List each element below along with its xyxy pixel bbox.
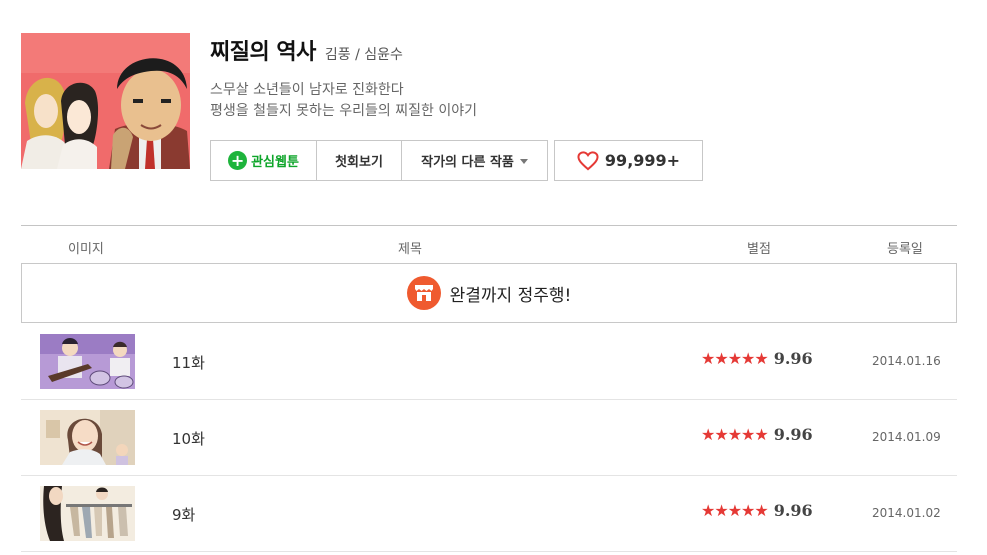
like-button[interactable]: 99,999+: [554, 140, 703, 181]
star-rating-icon: ★★★★★: [701, 349, 769, 368]
episode-rating: ★★★★★ 9.96: [701, 349, 813, 368]
header-image: 이미지: [68, 242, 104, 257]
action-buttons: + 관심웹툰 첫회보기 작가의 다른 작품: [210, 140, 548, 181]
webtoon-thumbnail[interactable]: [21, 33, 190, 169]
episode-title[interactable]: 10화: [172, 428, 205, 449]
other-works-button[interactable]: 작가의 다른 작품: [402, 140, 548, 181]
episode-thumbnail[interactable]: [40, 334, 135, 389]
chevron-down-icon: [519, 158, 528, 164]
header-date: 등록일: [887, 242, 923, 257]
store-icon: [406, 276, 441, 310]
webtoon-description: 스무살 소년들이 남자로 진화한다 평생을 철들지 못하는 우리들의 찌질한 이…: [210, 80, 477, 122]
first-episode-button[interactable]: 첫회보기: [317, 140, 402, 181]
heart-icon: [577, 150, 599, 171]
star-rating-icon: ★★★★★: [701, 425, 769, 444]
rating-score: 9.96: [773, 501, 813, 520]
episode-date: 2014.01.09: [872, 430, 941, 444]
webtoon-authors[interactable]: 김풍 / 심윤수: [325, 44, 403, 64]
plus-icon: +: [228, 151, 248, 170]
like-count: 99,999+: [604, 151, 681, 170]
episode-row[interactable]: 9화 ★★★★★ 9.96 2014.01.02: [21, 476, 957, 552]
episode-rating: ★★★★★ 9.96: [701, 501, 813, 520]
header-title: 제목: [398, 242, 422, 257]
star-rating-icon: ★★★★★: [701, 501, 769, 520]
episode-row[interactable]: 10화 ★★★★★ 9.96 2014.01.09: [21, 400, 957, 476]
banner-text: 완결까지 정주행!: [449, 285, 572, 306]
binge-banner[interactable]: 완결까지 정주행!: [21, 263, 957, 323]
episode-title[interactable]: 11화: [172, 352, 205, 373]
table-divider: [21, 225, 957, 226]
header-rating: 별점: [747, 242, 771, 257]
first-episode-label: 첫회보기: [335, 155, 383, 170]
favorite-button[interactable]: + 관심웹툰: [210, 140, 317, 181]
title-row: 찌질의 역사 김풍 / 심윤수: [210, 34, 403, 66]
episode-date: 2014.01.16: [872, 354, 941, 368]
other-works-label: 작가의 다른 작품: [421, 155, 514, 170]
rating-score: 9.96: [773, 349, 813, 368]
rating-score: 9.96: [773, 425, 813, 444]
episode-rating: ★★★★★ 9.96: [701, 425, 813, 444]
episode-thumbnail[interactable]: [40, 486, 135, 541]
favorite-label: 관심웹툰: [251, 155, 299, 170]
webtoon-thumbnail-art: [21, 33, 190, 169]
description-line: 평생을 철들지 못하는 우리들의 찌질한 이야기: [210, 103, 477, 119]
episode-date: 2014.01.02: [872, 506, 941, 520]
episode-thumbnail[interactable]: [40, 410, 135, 465]
description-line: 스무살 소년들이 남자로 진화한다: [210, 82, 404, 98]
episode-title[interactable]: 9화: [172, 504, 195, 525]
webtoon-title: 찌질의 역사: [210, 40, 316, 65]
episode-row[interactable]: 11화 ★★★★★ 9.96 2014.01.16: [21, 324, 957, 400]
